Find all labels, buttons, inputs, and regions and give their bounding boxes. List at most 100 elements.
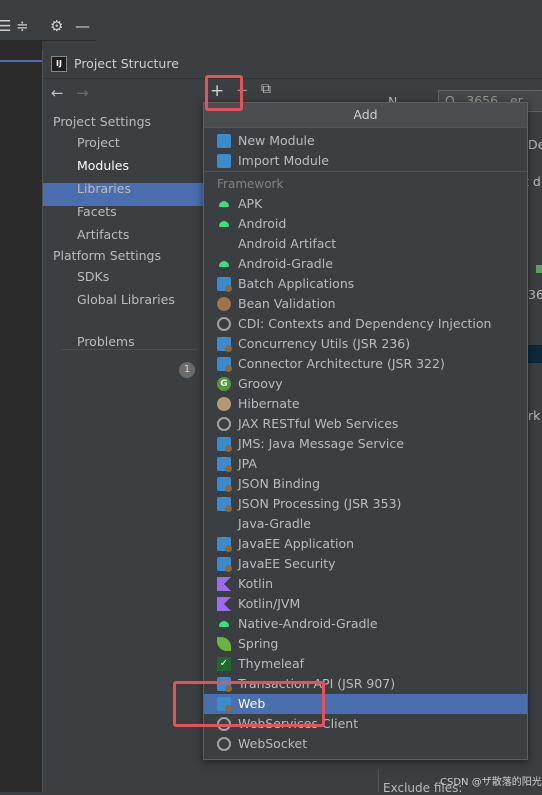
popup-title: Add [353,107,378,122]
nav-item-problems[interactable]: Problems [77,334,135,349]
javaee-module-icon [217,457,232,472]
menu-item-websocket[interactable]: WebSocket [204,734,527,754]
gear-icon[interactable]: ⚙ [50,18,63,34]
menu-item-jpa[interactable]: JPA [204,454,527,474]
problems-count-badge: 1 [179,362,195,378]
nav-item-artifacts[interactable]: Artifacts [77,227,129,242]
menu-item-label: Thymeleaf [238,656,305,671]
menu-item-android-gradle[interactable]: Android-Gradle [204,254,527,274]
globe-icon [217,417,231,431]
android-icon [217,197,231,211]
menu-item-label: JavaEE Application [238,536,355,551]
menu-item-javaee-application[interactable]: JavaEE Application [204,534,527,554]
menu-item-label: Concurrency Utils (JSR 236) [238,336,411,351]
import-module-icon [217,154,231,168]
globe-icon [217,317,231,331]
menu-item-spring[interactable]: Spring [204,634,527,654]
javaee-module-icon [217,337,232,352]
menu-item-json-processing-jsr-353[interactable]: JSON Processing (JSR 353) [204,494,527,514]
nav-item-global-libraries[interactable]: Global Libraries [77,292,175,307]
platform-settings-header: Platform Settings [53,248,161,263]
menu-item-bean-validation[interactable]: Bean Validation [204,294,527,314]
nav-item-libraries[interactable]: Libraries [77,181,131,196]
menu-item-label: Spring [238,636,279,651]
menu-item-label: Native-Android-Gradle [238,616,378,631]
websocket-icon [217,737,231,751]
add-popup-menu: Add New Module Import Module Framework A… [203,102,528,760]
menu-item-concurrency-utils-jsr-236[interactable]: Concurrency Utils (JSR 236) [204,334,527,354]
menu-item-label: Kotlin/JVM [238,596,301,611]
javaee-module-icon [217,537,232,552]
framework-separator [204,171,527,172]
menu-item-native-android-gradle[interactable]: Native-Android-Gradle [204,614,527,634]
nav-item-project[interactable]: Project [77,135,120,150]
menu-item-label: JAX RESTful Web Services [238,416,399,431]
popup-header: Add [204,103,527,128]
detail-text-de: De [528,137,542,152]
menu-item-label: Batch Applications [238,276,355,291]
menu-item-jax-restful-web-services[interactable]: JAX RESTful Web Services [204,414,527,434]
menu-item-java-gradle[interactable]: Java-Gradle [204,514,527,534]
collapse-icon[interactable]: ☰ [0,18,11,34]
menu-item-jms-java-message-service[interactable]: JMS: Java Message Service [204,434,527,454]
menu-item-json-binding[interactable]: JSON Binding [204,474,527,494]
menu-item-javaee-security[interactable]: JavaEE Security [204,554,527,574]
dialog-title: Project Structure [74,56,179,71]
menu-item-connector-architecture-jsr-322[interactable]: Connector Architecture (JSR 322) [204,354,527,374]
menu-item-thymeleaf[interactable]: ✓ Thymeleaf [204,654,527,674]
expand-icon[interactable]: ≑ [16,18,29,34]
ide-tool-window-toolbar: ☰ ≑ ⚙ — [0,14,96,41]
ide-top-bar [0,0,542,14]
highlight-web-item [173,681,325,727]
bean-icon [217,297,231,311]
javaee-module-icon [217,437,232,452]
kotlin-icon [217,597,231,611]
menu-item-label: Import Module [238,153,329,168]
forward-arrow-icon[interactable]: → [76,84,89,102]
minimize-icon[interactable]: — [75,18,90,34]
menu-item-hibernate[interactable]: Hibernate [204,394,527,414]
framework-section-label: Framework [217,177,284,191]
menu-item-android[interactable]: Android [204,214,527,234]
copy-icon[interactable]: ⧉ [261,81,271,97]
kotlin-icon [217,577,231,591]
javaee-module-icon [217,477,232,492]
back-arrow-icon[interactable]: ← [51,84,64,102]
ide-editor-top [96,14,542,50]
android-icon [217,257,231,271]
nav-item-sdks[interactable]: SDKs [77,269,109,284]
menu-item-cdi-contexts-and-dependency-injection[interactable]: CDI: Contexts and Dependency Injection [204,314,527,334]
menu-item-apk[interactable]: APK [204,194,527,214]
menu-item-kotlin[interactable]: Kotlin [204,574,527,594]
javaee-module-icon [217,557,232,572]
nav-item-modules[interactable]: Modules [77,158,129,173]
menu-item-android-artifact[interactable]: Android Artifact [204,234,527,254]
new-module-icon [217,134,231,148]
menu-item-label: Hibernate [238,396,300,411]
nav-item-facets[interactable]: Facets [77,204,117,219]
detail-selection [528,345,542,363]
menu-item-label: WebSocket [238,736,308,751]
highlight-add-button [205,75,243,111]
menu-item-label: JSON Binding [238,476,321,491]
menu-item-label: Android Artifact [238,236,337,251]
android-icon [217,617,231,631]
dialog-titlebar: IJ Project Structure [43,50,542,79]
menu-item-new-module[interactable]: New Module [204,131,527,151]
menu-item-label: JMS: Java Message Service [238,436,404,451]
menu-item-label: Kotlin [238,576,273,591]
menu-item-label: Groovy [238,376,283,391]
menu-item-label: Bean Validation [238,296,336,311]
menu-item-label: Connector Architecture (JSR 322) [238,356,445,371]
spring-leaf-icon [217,637,231,651]
menu-item-groovy[interactable]: G Groovy [204,374,527,394]
menu-item-batch-applications[interactable]: Batch Applications [204,274,527,294]
menu-item-import-module[interactable]: Import Module [204,151,527,171]
android-icon [217,217,231,231]
menu-item-kotlin-jvm[interactable]: Kotlin/JVM [204,594,527,614]
menu-item-label: JavaEE Security [238,556,336,571]
javaee-module-icon [217,277,232,292]
thymeleaf-check-icon: ✓ [217,657,231,671]
menu-item-label: Android-Gradle [238,256,333,271]
javaee-module-icon [217,497,232,512]
